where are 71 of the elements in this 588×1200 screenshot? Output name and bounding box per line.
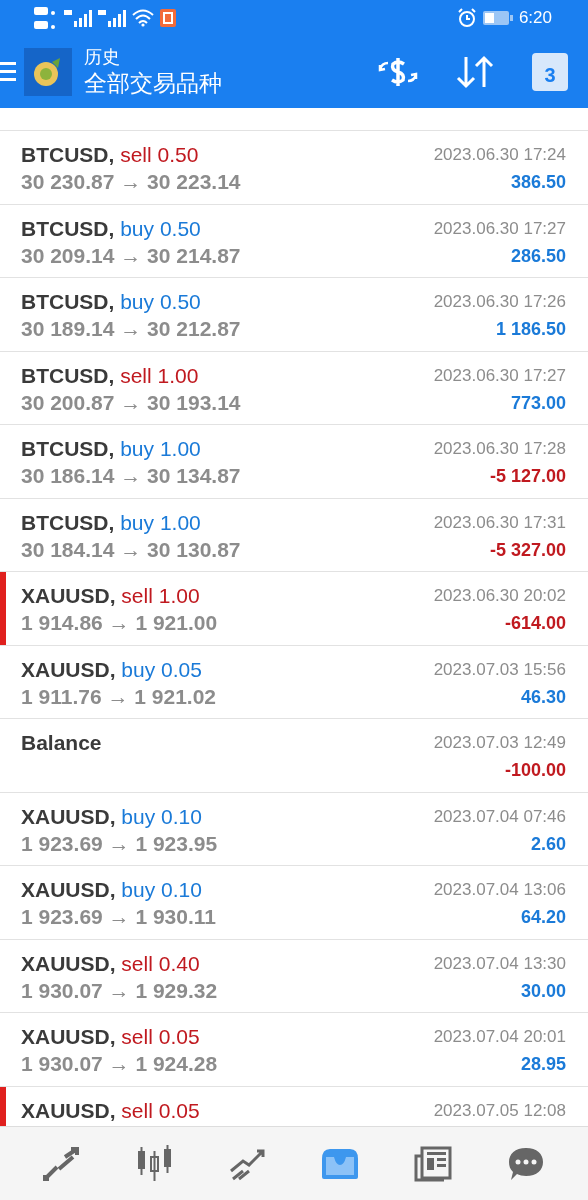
deal-time: 2023.07.04 13:30: [433, 952, 566, 975]
deal-title: XAUUSD, sell 0.05: [21, 1024, 200, 1050]
deal-title: BTCUSD, sell 1.00: [21, 362, 199, 389]
deal-profit: -5 127.00: [489, 465, 566, 488]
price-range: 30 209.14 → 30 214.87: [21, 242, 241, 269]
signal-icon: [98, 9, 126, 27]
deal-title: XAUUSD, buy 0.10: [21, 877, 202, 903]
newspaper-icon: [413, 1145, 452, 1182]
deal-time: 2023.07.04 20:01: [433, 1026, 566, 1048]
deal-time: 2023.06.30 17:26: [433, 291, 566, 313]
price-range: 30 186.14 → 30 134.87: [21, 463, 241, 489]
deal-title: BTCUSD, buy 1.00: [21, 436, 201, 462]
alarm-icon: [456, 8, 477, 28]
deal-title: BTCUSD, sell 0.50: [21, 142, 199, 168]
wifi-icon: [132, 9, 154, 27]
signal-icon: [64, 9, 92, 27]
deal-time: 2023.06.30 17:24: [433, 144, 566, 166]
deal-profit: 28.95: [520, 1053, 566, 1076]
sort-icon[interactable]: [456, 55, 494, 89]
deal-profit: 64.20: [520, 906, 566, 929]
chat-bubble-icon: [506, 1145, 545, 1182]
price-range: 1 911.76 → 1 921.02: [21, 683, 216, 710]
app-logo-icon: [24, 48, 72, 96]
currency-exchange-icon[interactable]: [378, 55, 418, 89]
deal-time: 2023.06.30 17:27: [433, 364, 566, 387]
deal-time: 2023.06.30 17:31: [433, 511, 566, 534]
deal-time: 2023.07.04 13:06: [433, 879, 566, 901]
deal-profit: -614.00: [504, 612, 566, 635]
symbol-filter[interactable]: 全部交易品种: [84, 68, 378, 98]
deal-profit: -5 327.00: [489, 538, 566, 562]
deal-title: Balance: [21, 730, 102, 756]
price-range: 30 184.14 → 30 130.87: [21, 536, 241, 563]
price-range: 1 914.86 → 1 921.00: [21, 610, 218, 636]
price-range: 30 189.14 → 30 212.87: [21, 316, 241, 342]
deal-time: 2023.06.30 17:27: [433, 217, 566, 240]
inbox-icon: [320, 1146, 361, 1181]
deal-time: 2023.07.03 12:49: [433, 732, 566, 754]
price-range: 1 930.07 → 1 929.32: [21, 977, 218, 1004]
deal-title: XAUUSD, sell 0.05: [21, 1097, 200, 1124]
notification-icon: [160, 9, 176, 27]
diagonal-arrows-icon: [43, 1146, 82, 1181]
deal-title: XAUUSD, sell 1.00: [21, 583, 200, 609]
deal-time: 2023.07.03 15:56: [433, 658, 566, 681]
deal-profit: 286.50: [510, 244, 566, 268]
deal-profit: -100.00: [504, 759, 566, 782]
deal-title: XAUUSD, sell 0.40: [21, 950, 200, 977]
deal-profit: 46.30: [520, 685, 566, 709]
deal-title: BTCUSD, buy 0.50: [21, 215, 201, 242]
deal-title: BTCUSD, buy 1.00: [21, 509, 201, 536]
deal-title: XAUUSD, buy 0.10: [21, 803, 202, 830]
deal-time: 2023.06.30 17:28: [433, 438, 566, 460]
price-range: 1 930.07 → 1 924.28: [21, 1051, 218, 1077]
deal-time: 2023.07.04 07:46: [433, 805, 566, 828]
deal-profit: 2.60: [530, 832, 566, 856]
calendar-button[interactable]: 3: [532, 53, 568, 91]
deal-profit: 30.00: [520, 979, 566, 1003]
deal-profit: 773.00: [510, 391, 566, 415]
menu-icon[interactable]: [0, 60, 16, 84]
deal-time: 2023.07.05 12:08: [433, 1099, 566, 1122]
price-range: 30 230.87 → 30 223.14: [21, 169, 241, 195]
price-range: 1 923.69 → 1 923.95: [21, 830, 218, 857]
price-range: 30 200.87 → 30 193.14: [21, 389, 241, 416]
deal-profit: 1 186.50: [495, 318, 566, 341]
screen-title: 历史: [84, 46, 121, 68]
deal-profit: 386.50: [510, 171, 566, 194]
clock-time: 6:20: [518, 8, 552, 28]
battery-icon: [482, 10, 513, 26]
price-range: 1 923.69 → 1 930.11: [21, 904, 216, 930]
deal-title: BTCUSD, buy 0.50: [21, 289, 201, 315]
deal-title: XAUUSD, buy 0.05: [21, 656, 202, 683]
deal-time: 2023.06.30 20:02: [433, 585, 566, 607]
